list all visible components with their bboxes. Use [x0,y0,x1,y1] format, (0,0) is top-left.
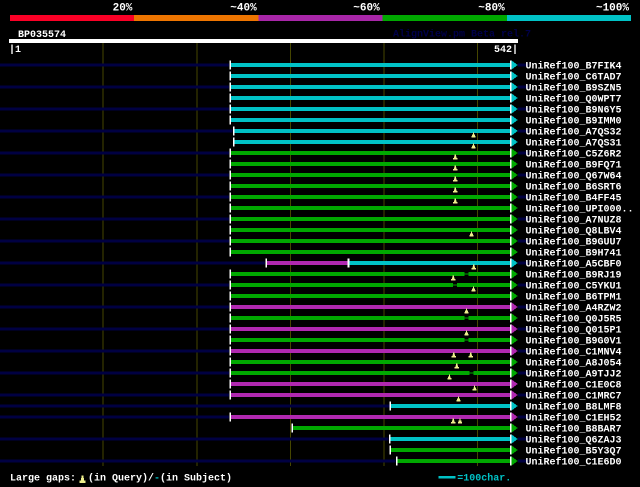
svg-text:UniRef100_B9SZN5: UniRef100_B9SZN5 [526,83,622,95]
svg-text:UniRef100_B9IMM0: UniRef100_B9IMM0 [526,116,622,128]
svg-text:|1: |1 [9,44,21,56]
svg-text:~60%: ~60% [353,3,380,15]
svg-text:UniRef100_C1E6D0: UniRef100_C1E6D0 [526,457,622,469]
svg-text:UniRef100_B5Y3Q7: UniRef100_B5Y3Q7 [526,446,622,458]
svg-text:UniRef100_B9H741: UniRef100_B9H741 [526,248,622,260]
svg-text:UniRef100_C6TAD7: UniRef100_C6TAD7 [526,72,622,84]
svg-text:UniRef100_B9RJ19: UniRef100_B9RJ19 [526,270,622,282]
svg-text:UniRef100_B8LMF8: UniRef100_B8LMF8 [526,402,622,414]
svg-text:UniRef100_B4FF45: UniRef100_B4FF45 [526,193,622,205]
svg-text:UniRef100_C1MNV4: UniRef100_C1MNV4 [526,347,622,359]
svg-text:UniRef100_B6SRT6: UniRef100_B6SRT6 [526,182,622,194]
svg-text:UniRef100_Q015P1: UniRef100_Q015P1 [526,325,622,337]
svg-text:UniRef100_A7QS31: UniRef100_A7QS31 [526,138,622,150]
svg-text:UniRef100_A9TJJ2: UniRef100_A9TJJ2 [526,369,622,381]
svg-text:UniRef100_C5Z6R2: UniRef100_C5Z6R2 [526,149,622,161]
svg-text:(in Subject): (in Subject) [160,473,232,485]
svg-text:AlignView.pm Beta rel.7: AlignView.pm Beta rel.7 [393,29,531,41]
svg-text:UniRef100_A4RZW2: UniRef100_A4RZW2 [526,303,622,315]
svg-text:UniRef100_B8BAR7: UniRef100_B8BAR7 [526,424,622,436]
svg-text:(in Query)/: (in Query)/ [88,473,154,485]
svg-text:UniRef100_B9N6Y5: UniRef100_B9N6Y5 [526,105,622,117]
svg-text:UniRef100_C1EH52: UniRef100_C1EH52 [526,413,622,425]
svg-text:UniRef100_Q67W64: UniRef100_Q67W64 [526,171,622,183]
svg-text:UniRef100_B9GUU7: UniRef100_B9GUU7 [526,237,622,249]
svg-text:UniRef100_Q6ZAJ3: UniRef100_Q6ZAJ3 [526,435,622,447]
svg-text:542|: 542| [494,44,518,56]
svg-text:20%: 20% [113,3,133,15]
svg-text:UniRef100_Q0J5R5: UniRef100_Q0J5R5 [526,314,622,326]
svg-text:UniRef100_A7NUZ8: UniRef100_A7NUZ8 [526,215,622,227]
svg-text:UniRef100_A8J054: UniRef100_A8J054 [526,358,622,370]
svg-text:~100%: ~100% [596,3,629,15]
svg-text:UniRef100_Q8LBV4: UniRef100_Q8LBV4 [526,226,622,238]
svg-text:UniRef100_C1E0C8: UniRef100_C1E0C8 [526,380,622,392]
svg-text:Large gaps:: Large gaps: [10,474,76,485]
svg-text:~40%: ~40% [230,3,257,15]
svg-text:UniRef100_B6TPM1: UniRef100_B6TPM1 [526,292,622,304]
svg-text:UniRef100_A7QS32: UniRef100_A7QS32 [526,127,622,139]
svg-text:UniRef100_B9G0V1: UniRef100_B9G0V1 [526,336,622,348]
svg-text:UniRef100_A5CBF0: UniRef100_A5CBF0 [526,259,622,271]
svg-text:UniRef100_B9FQ71: UniRef100_B9FQ71 [526,160,622,172]
svg-text:~80%: ~80% [478,3,505,15]
svg-text:UniRef100_UPI000..: UniRef100_UPI000.. [526,204,634,216]
svg-text:UniRef100_C5YKU1: UniRef100_C5YKU1 [526,281,622,293]
svg-text:UniRef100_Q0WPT7: UniRef100_Q0WPT7 [526,94,622,106]
svg-text:=100char.: =100char. [457,473,511,485]
svg-text:UniRef100_B7FIK4: UniRef100_B7FIK4 [526,61,622,73]
svg-text:UniRef100_C1MRC7: UniRef100_C1MRC7 [526,391,622,403]
